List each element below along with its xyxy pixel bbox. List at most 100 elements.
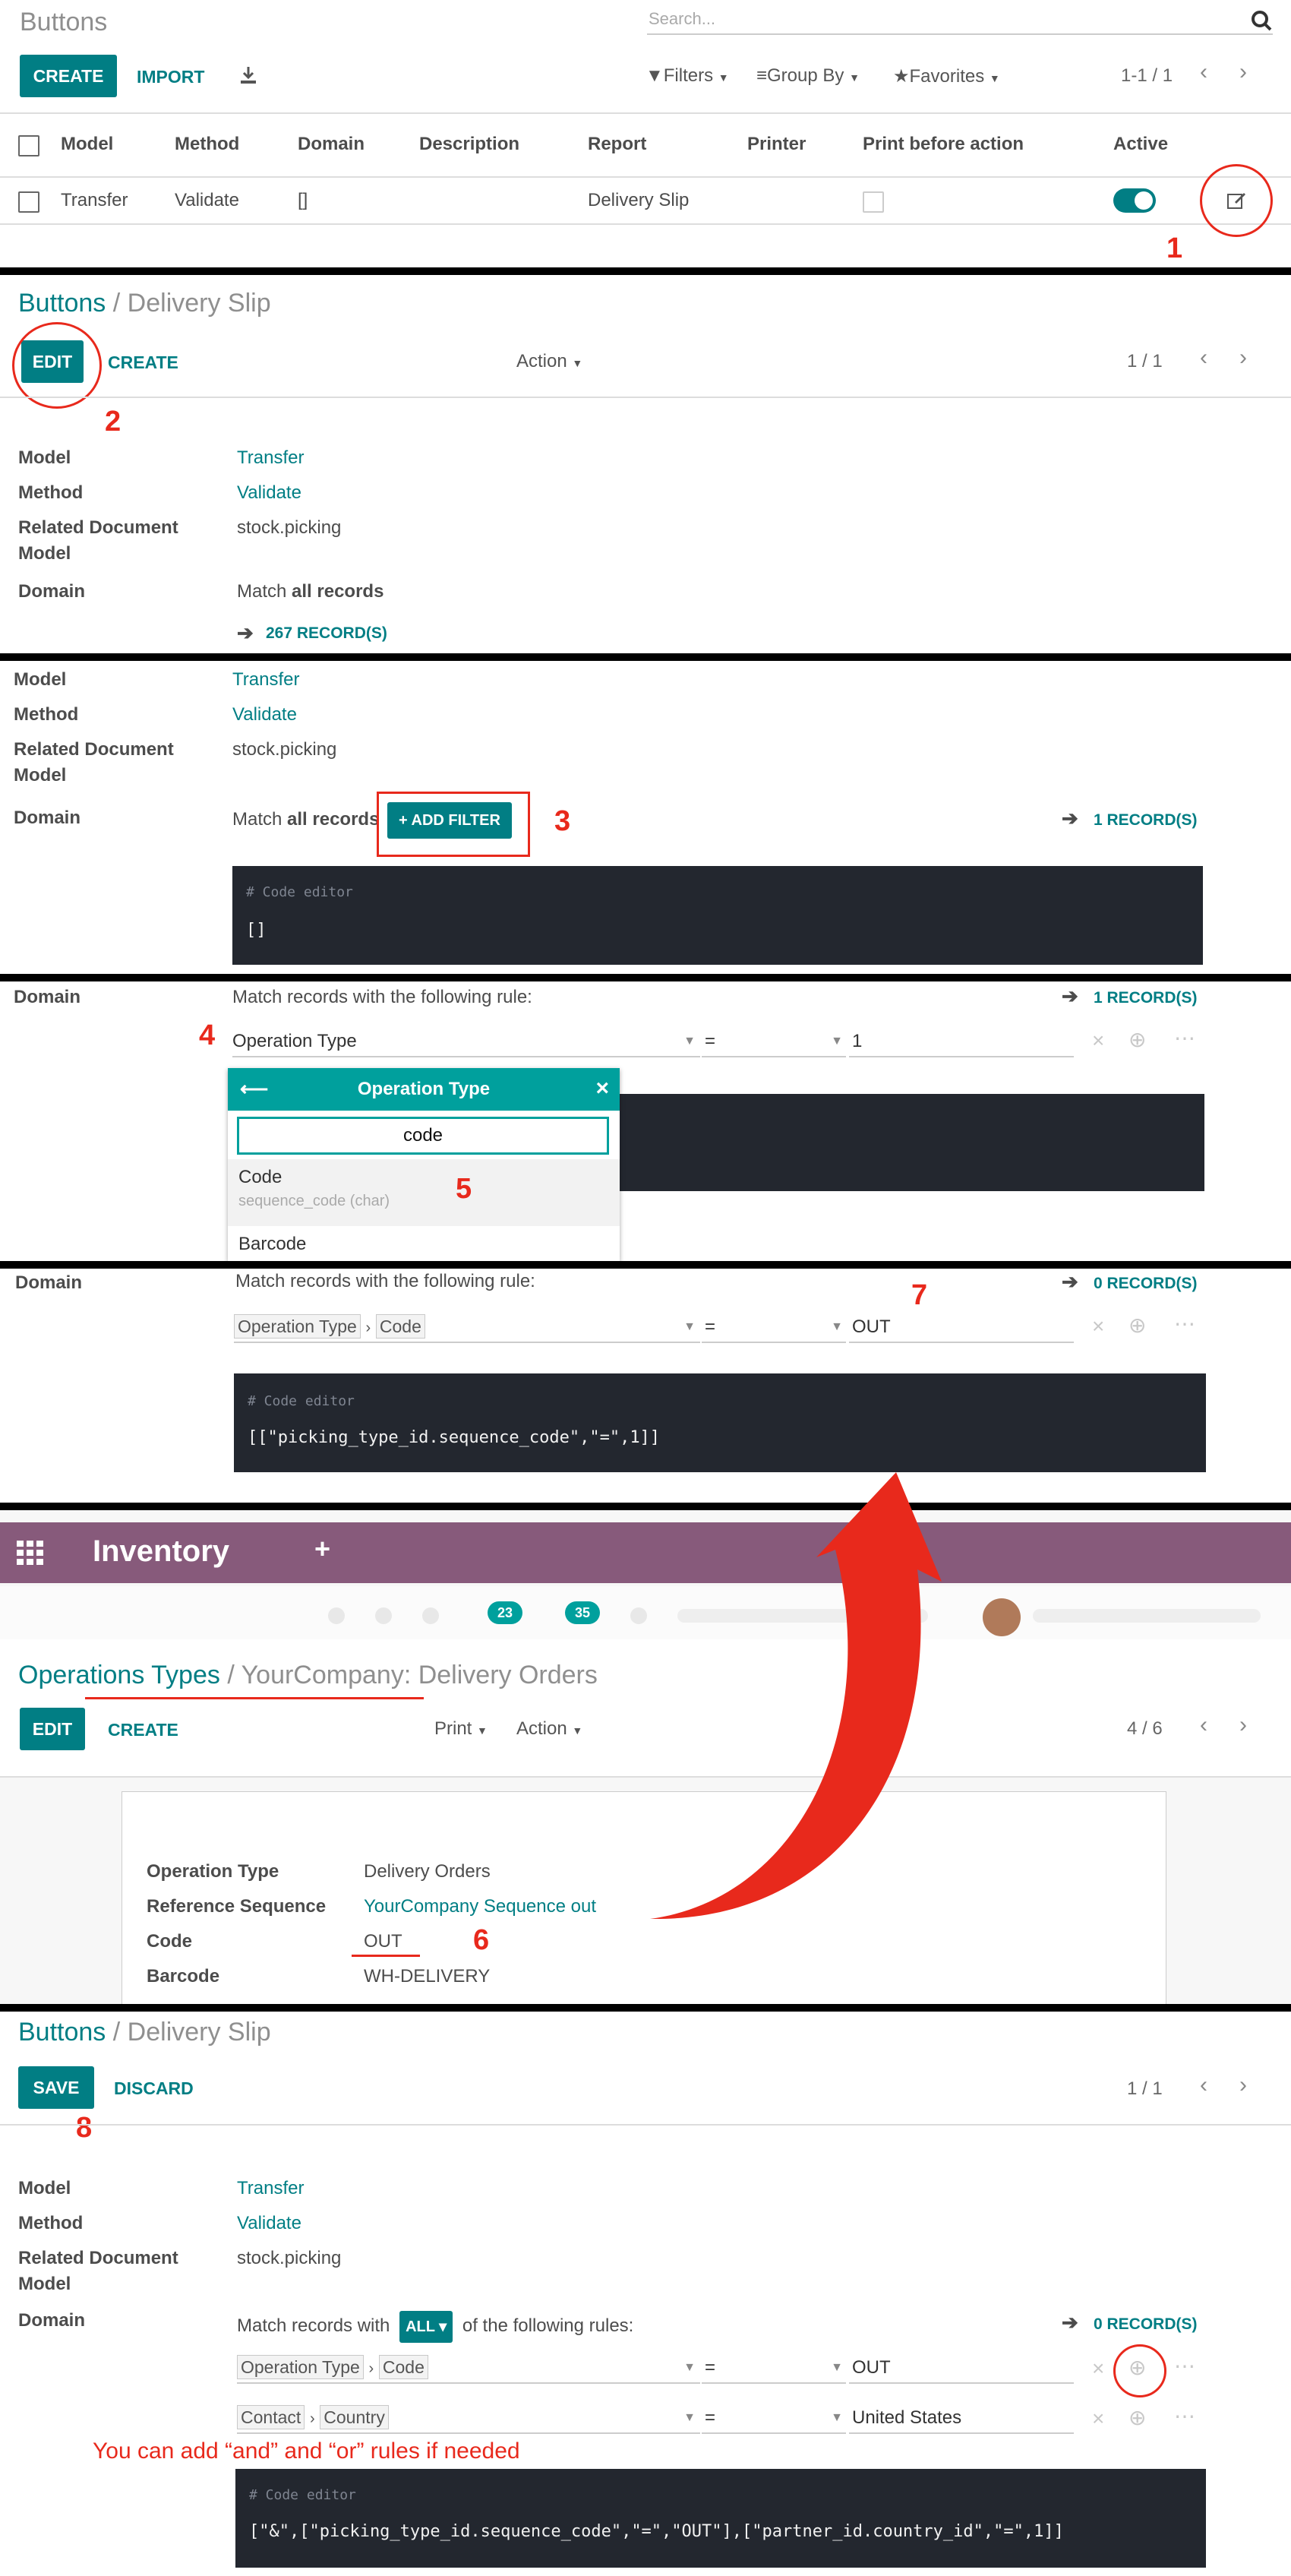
value-input[interactable]: 1	[849, 1027, 1074, 1057]
value-input[interactable]: United States	[849, 2404, 1074, 2434]
records-count[interactable]: 0 RECORD(S)	[1094, 2315, 1198, 2334]
select-all-checkbox[interactable]	[18, 135, 39, 156]
all-any-dropdown[interactable]: ALL ▾	[399, 2311, 453, 2343]
delete-icon[interactable]: ×	[1092, 1314, 1104, 1339]
create-button[interactable]: CREATE	[108, 1720, 178, 1740]
blurred-user-name[interactable]	[1033, 1609, 1261, 1623]
print-dropdown[interactable]: Print ▼	[434, 1718, 488, 1740]
value-input[interactable]: OUT	[849, 2353, 1074, 2384]
breadcrumb-link[interactable]: Buttons	[18, 2018, 106, 2047]
chevron-right-icon[interactable]: ›	[1239, 2072, 1247, 2098]
create-button[interactable]: CREATE	[20, 55, 117, 97]
field-path-selector[interactable]: Contact › Country ▼	[237, 2404, 700, 2434]
chevron-right-icon[interactable]: ›	[1239, 59, 1247, 85]
save-button[interactable]: SAVE	[18, 2066, 94, 2109]
avatar[interactable]	[983, 1598, 1021, 1636]
reference-sequence-value[interactable]: YourCompany Sequence out	[364, 1894, 596, 1920]
print-before-checkbox[interactable]	[863, 191, 884, 213]
add-icon[interactable]: ⊕	[1128, 2405, 1146, 2430]
code-editor[interactable]: # Code editor []	[232, 866, 1203, 965]
column-header[interactable]: Model	[61, 134, 113, 155]
group-by-dropdown[interactable]: ≡Group By ▼	[756, 65, 860, 87]
operator-select[interactable]: = ▼	[702, 1027, 846, 1057]
records-count[interactable]: 267 RECORD(S)	[266, 624, 387, 643]
method-value[interactable]: Validate	[232, 702, 297, 728]
field-path-selector[interactable]: Operation Type › Code ▼	[237, 2353, 700, 2384]
chevron-left-icon[interactable]: ‹	[1200, 1712, 1207, 1738]
records-count[interactable]: 1 RECORD(S)	[1094, 989, 1198, 1007]
blurred-icon[interactable]	[422, 1607, 439, 1624]
ellipsis-icon[interactable]: ⋯	[1174, 1311, 1195, 1336]
notification-badge[interactable]: 23	[488, 1601, 522, 1624]
column-header[interactable]: Description	[419, 134, 519, 155]
edit-button[interactable]: EDIT	[20, 1708, 85, 1750]
breadcrumb-link[interactable]: Buttons	[18, 289, 106, 318]
table-row[interactable]: Transfer Validate [] Delivery Slip	[0, 178, 1291, 223]
active-toggle[interactable]	[1113, 188, 1156, 213]
add-menu-icon[interactable]: +	[314, 1533, 330, 1565]
popover-item[interactable]: Barcode	[228, 1231, 620, 1261]
operator-select[interactable]: = ▼	[702, 2404, 846, 2434]
pager-value[interactable]: 1 / 1	[1127, 2078, 1163, 2100]
pager-value[interactable]: 4 / 6	[1127, 1718, 1163, 1740]
download-icon[interactable]	[238, 65, 258, 85]
ellipsis-icon[interactable]: ⋯	[1174, 2353, 1195, 2378]
chevron-left-icon[interactable]: ‹	[1200, 59, 1207, 85]
close-icon[interactable]: ×	[595, 1076, 609, 1102]
chevron-left-icon[interactable]: ‹	[1200, 345, 1207, 371]
chevron-right-icon[interactable]: ›	[1239, 1712, 1247, 1738]
row-checkbox[interactable]	[18, 191, 39, 213]
field-selector-popover[interactable]: ⟵ Operation Type × code Code sequence_co…	[228, 1068, 620, 1261]
model-value[interactable]: Transfer	[237, 2176, 304, 2201]
model-value[interactable]: Transfer	[232, 667, 299, 693]
apps-grid-icon[interactable]	[17, 1541, 44, 1565]
popover-search-input[interactable]: code	[237, 1117, 609, 1155]
blurred-icon[interactable]	[375, 1607, 392, 1624]
action-dropdown[interactable]: Action ▼	[516, 351, 582, 372]
add-icon[interactable]: ⊕	[1128, 1027, 1146, 1052]
column-header[interactable]: Print before action	[863, 134, 1024, 155]
records-count[interactable]: 1 RECORD(S)	[1094, 811, 1198, 830]
notification-badge[interactable]: 35	[565, 1601, 600, 1624]
ellipsis-icon[interactable]: ⋯	[1174, 1026, 1195, 1051]
pager-value[interactable]: 1 / 1	[1127, 351, 1163, 372]
field-path-selector[interactable]: Operation Type › Code ▼	[234, 1313, 700, 1343]
pager-value[interactable]: 1-1 / 1	[1121, 65, 1173, 87]
column-header[interactable]: Report	[588, 134, 646, 155]
method-value[interactable]: Validate	[237, 2211, 301, 2236]
blurred-icon[interactable]	[328, 1607, 345, 1624]
discard-button[interactable]: DISCARD	[114, 2078, 194, 2099]
search-icon[interactable]	[1250, 9, 1273, 32]
chevron-left-icon[interactable]: ‹	[1200, 2072, 1207, 2098]
action-dropdown[interactable]: Action ▼	[516, 1718, 582, 1740]
code-editor[interactable]: # Code editor [["picking_type_id.sequenc…	[234, 1373, 1206, 1472]
delete-icon[interactable]: ×	[1092, 2407, 1104, 2431]
favorites-dropdown[interactable]: ★Favorites ▼	[893, 65, 1000, 87]
ellipsis-icon[interactable]: ⋯	[1174, 2404, 1195, 2429]
column-header[interactable]: Active	[1113, 134, 1168, 155]
add-icon[interactable]: ⊕	[1128, 1313, 1146, 1338]
create-button[interactable]: CREATE	[108, 352, 178, 373]
chevron-right-icon[interactable]: ›	[1239, 345, 1247, 371]
method-value[interactable]: Validate	[237, 480, 301, 506]
column-header[interactable]: Method	[175, 134, 239, 155]
popover-item[interactable]: Code sequence_code (char)	[228, 1159, 620, 1226]
filters-dropdown[interactable]: ▼Filters ▼	[646, 65, 729, 87]
add-filter-button[interactable]: + ADD FILTER	[387, 802, 512, 839]
breadcrumb-link[interactable]: Operations Types	[18, 1661, 220, 1689]
operator-select[interactable]: = ▼	[702, 2353, 846, 2384]
column-header[interactable]: Domain	[298, 134, 365, 155]
blurred-company-switcher[interactable]	[677, 1609, 928, 1623]
delete-icon[interactable]: ×	[1092, 1029, 1104, 1053]
records-count[interactable]: 0 RECORD(S)	[1094, 1275, 1198, 1293]
code-editor[interactable]: # Code editor ["&",["picking_type_id.seq…	[235, 2469, 1206, 2568]
value-input[interactable]: OUT	[849, 1313, 1074, 1343]
app-name[interactable]: Inventory	[93, 1535, 229, 1569]
blurred-icon[interactable]	[630, 1607, 647, 1624]
import-button[interactable]: IMPORT	[137, 67, 204, 87]
model-value[interactable]: Transfer	[237, 445, 304, 471]
search-input[interactable]: Search...	[647, 5, 1273, 35]
delete-icon[interactable]: ×	[1092, 2356, 1104, 2381]
operator-select[interactable]: = ▼	[702, 1313, 846, 1343]
column-header[interactable]: Printer	[747, 134, 806, 155]
